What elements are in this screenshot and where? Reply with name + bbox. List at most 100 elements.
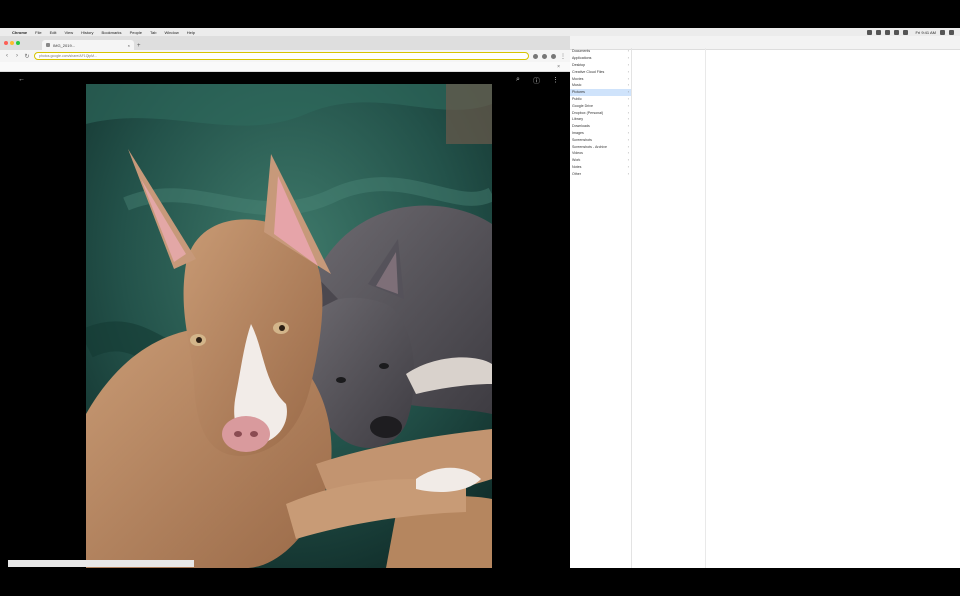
file-list-item[interactable]: Public › — [570, 96, 631, 103]
chevron-right-icon: › — [627, 96, 629, 101]
chevron-right-icon: › — [627, 110, 629, 115]
file-list-item-label: Screenshots - Archive — [572, 144, 607, 149]
file-list-item-label: Notes — [572, 164, 582, 169]
close-window-button[interactable] — [4, 41, 8, 45]
file-list-item[interactable]: Applications › — [570, 55, 631, 62]
file-list-item[interactable]: Desktop › — [570, 62, 631, 69]
file-list-item[interactable]: Music › — [570, 82, 631, 89]
dropbox-icon[interactable] — [902, 29, 908, 35]
chevron-right-icon: › — [627, 151, 629, 156]
status-area: Fri 9:41 AM — [866, 29, 954, 35]
bookmark-star-icon[interactable] — [533, 53, 538, 59]
file-list-item[interactable]: Library › — [570, 116, 631, 123]
chevron-right-icon: › — [627, 124, 629, 129]
file-list-item[interactable]: Screenshots - Archive › — [570, 143, 631, 150]
browser-window: IMG_2019... × + ‹ › ↻ photos.google.com/… — [0, 36, 570, 568]
file-list-item-label: Screenshots — [572, 137, 592, 142]
chevron-right-icon: › — [627, 103, 629, 108]
file-list-item-label: Applications — [572, 56, 592, 61]
chevron-right-icon: › — [627, 69, 629, 74]
info-icon[interactable]: ⓘ — [533, 76, 540, 86]
address-bar[interactable]: photos.google.com/share/AF1QipM... — [34, 52, 529, 60]
wifi-icon[interactable] — [866, 29, 872, 35]
chevron-right-icon: › — [627, 164, 629, 169]
back-icon[interactable]: ‹ — [4, 53, 10, 59]
window-controls — [4, 41, 20, 45]
chevron-right-icon: › — [627, 171, 629, 176]
menu-window[interactable]: Window — [164, 30, 178, 35]
letterbox-bottom — [0, 568, 960, 596]
chevron-right-icon: › — [627, 76, 629, 81]
menu-people[interactable]: People — [130, 30, 142, 35]
reload-icon[interactable]: ↻ — [24, 53, 30, 60]
menu-help[interactable]: Help — [187, 30, 195, 35]
file-list-item-label: Downloads — [572, 124, 590, 129]
dog-photo[interactable] — [86, 84, 492, 568]
menu-app-name[interactable]: Chrome — [12, 30, 27, 35]
profile-icon[interactable] — [551, 53, 556, 59]
chevron-right-icon: › — [627, 130, 629, 135]
file-list-item-label: Images — [572, 130, 584, 135]
browser-toolbar: ‹ › ↻ photos.google.com/share/AF1QipM...… — [0, 50, 570, 62]
menu-bookmarks[interactable]: Bookmarks — [102, 30, 122, 35]
file-list-item-label: Documents — [572, 49, 591, 54]
file-list-item-label: Google Drive — [572, 103, 593, 108]
file-list-item-label: Desktop — [572, 62, 586, 67]
browser-tab[interactable]: IMG_2019... × — [42, 40, 134, 50]
file-list-item-label: Work — [572, 158, 581, 163]
file-list-item[interactable]: Creative Cloud Files › — [570, 68, 631, 75]
chevron-right-icon: › — [627, 62, 629, 67]
more-vert-icon[interactable]: ⋮ — [552, 76, 559, 84]
menu-bar: Chrome File Edit View History Bookmarks … — [0, 28, 960, 36]
file-list-item[interactable]: Movies › — [570, 75, 631, 82]
file-list-item[interactable]: Screenshots › — [570, 136, 631, 143]
file-list-item[interactable]: Videos › — [570, 150, 631, 157]
bluetooth-icon[interactable] — [893, 29, 899, 35]
file-list-item-label: Other — [572, 171, 581, 176]
address-bar-url: photos.google.com/share/AF1QipM... — [39, 54, 97, 58]
info-bar-close-icon[interactable]: × — [557, 64, 560, 70]
chevron-right-icon: › — [627, 56, 629, 61]
maximize-window-button[interactable] — [16, 41, 20, 45]
file-list-item-label: Library — [572, 117, 583, 122]
tab-close-icon[interactable]: × — [128, 43, 130, 48]
file-list-item[interactable]: Notes › — [570, 164, 631, 171]
file-list-item[interactable]: Documents › — [570, 48, 631, 55]
file-list-item-label: Dropbox (Personal) — [572, 110, 604, 115]
file-list-item[interactable]: Other › — [570, 170, 631, 177]
forward-icon[interactable]: › — [14, 53, 20, 59]
chevron-right-icon: › — [627, 83, 629, 88]
minimize-window-button[interactable] — [10, 41, 14, 45]
screen: Chrome File Edit View History Bookmarks … — [0, 0, 960, 596]
menu-file[interactable]: File — [35, 30, 41, 35]
menu-view[interactable]: View — [64, 30, 73, 35]
file-list-item[interactable]: Dropbox (Personal) › — [570, 109, 631, 116]
spotlight-icon[interactable] — [940, 29, 945, 35]
zoom-icon[interactable]: ⌕ — [516, 76, 520, 84]
file-list-item-label: Videos — [572, 151, 583, 156]
chrome-menu-icon[interactable]: ⋮ — [560, 53, 566, 60]
file-list-item-label: Creative Cloud Files — [572, 69, 605, 74]
volume-icon[interactable] — [884, 29, 890, 35]
menu-history[interactable]: History — [81, 30, 93, 35]
tab-strip: IMG_2019... × + — [0, 36, 570, 50]
menu-edit[interactable]: Edit — [50, 30, 57, 35]
arrow-left-icon[interactable]: ← — [18, 76, 25, 83]
file-list-item[interactable]: Google Drive › — [570, 102, 631, 109]
menubar-clock[interactable]: Fri 9:41 AM — [916, 30, 936, 35]
notification-center-icon[interactable] — [949, 29, 954, 35]
new-tab-button[interactable]: + — [137, 43, 141, 49]
menu-tab[interactable]: Tab — [150, 30, 156, 35]
file-list-item[interactable]: Images › — [570, 130, 631, 137]
dog-photo-illustration — [86, 84, 492, 568]
battery-icon[interactable] — [875, 29, 881, 35]
file-list-item[interactable]: Downloads › — [570, 123, 631, 130]
info-bar: × — [0, 62, 570, 72]
file-list-item[interactable]: Pictures › — [570, 88, 631, 96]
file-list-item[interactable]: Work › — [570, 157, 631, 164]
chevron-right-icon: › — [627, 158, 629, 163]
chevron-right-icon: › — [627, 117, 629, 122]
status-bar — [8, 560, 194, 567]
extension-icon[interactable] — [542, 53, 547, 59]
chevron-right-icon: › — [627, 90, 629, 95]
